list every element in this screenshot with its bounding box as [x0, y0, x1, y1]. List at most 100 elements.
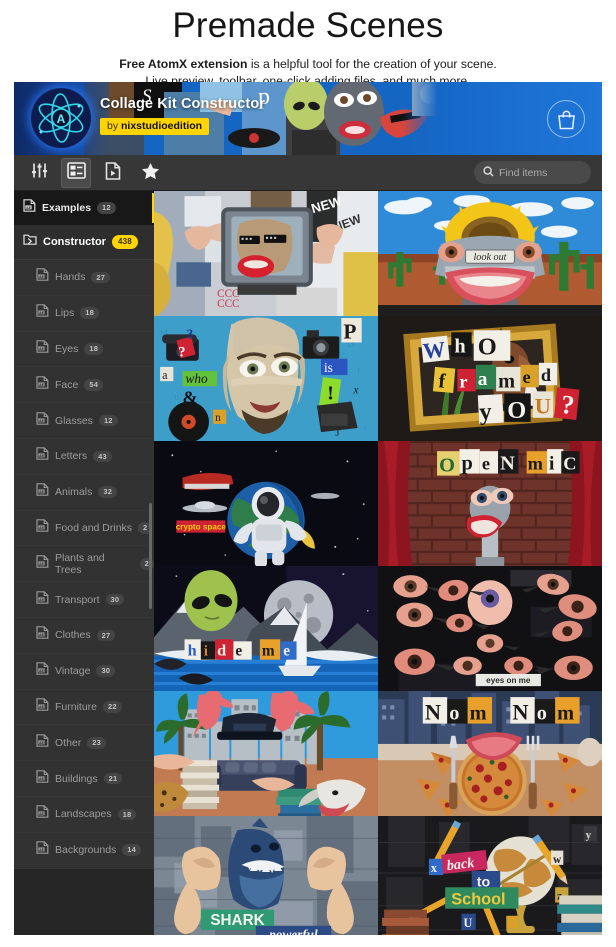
back-to-school-art: x w z U y back to School — [378, 816, 602, 935]
sidebar-item-glasses[interactable]: AE Glasses12 — [14, 403, 154, 439]
svg-text:h: h — [454, 336, 466, 358]
svg-text:e: e — [283, 643, 290, 660]
ae-file-icon: AE — [36, 591, 49, 609]
sidebar-item-label: Vintage — [55, 665, 90, 677]
sidebar-item-count: 43 — [93, 451, 112, 463]
sidebar-item-count: 27 — [97, 630, 116, 642]
sidebar-count-examples: 12 — [97, 202, 116, 214]
ae-file-icon: AE — [36, 519, 49, 537]
svg-text:AE: AE — [39, 848, 44, 852]
svg-text:h: h — [188, 641, 197, 660]
sidebar-item-label: Furniture — [55, 701, 97, 713]
caption-eyes-on-me: eyes on me — [486, 676, 531, 685]
svg-text:!: ! — [327, 382, 334, 404]
sidebar-scrollbar[interactable] — [149, 503, 152, 609]
thumbnail-who-framed[interactable]: W h O f r a m — [378, 316, 602, 441]
sidebar-item-backgrounds[interactable]: AE Backgrounds 14 — [14, 833, 154, 869]
svg-text:AE: AE — [39, 633, 44, 637]
svg-text:O: O — [478, 334, 497, 361]
tool-favorites[interactable] — [135, 158, 165, 188]
sidebar-item-label: Face — [55, 379, 78, 391]
svg-text:AE: AE — [39, 705, 44, 709]
ae-file-icon: AE — [36, 376, 49, 394]
byline-prefix: by — [107, 120, 121, 132]
ae-file-icon: AE — [23, 199, 36, 217]
svg-text:AE: AE — [39, 418, 44, 422]
ae-file-icon: AE — [36, 447, 49, 465]
sidebar-item-furniture[interactable]: AE Furniture22 — [14, 690, 154, 726]
thumbnail-open-mic[interactable]: O p e N m i C — [378, 441, 602, 566]
sidebar-subitems: AE Hands27 AE Lips18 AE Eyes18 AE Face 54… — [14, 260, 154, 869]
sidebar: AE Examples 12 Constructor 438 — [14, 191, 154, 935]
shopping-bag-button[interactable] — [547, 100, 585, 138]
thumbnail-hide-me[interactable]: h i d e m e — [154, 566, 378, 691]
thumbnail-desert-car[interactable]: look out — [378, 191, 602, 316]
sidebar-item-landscapes[interactable]: AE Landscapes18 — [14, 797, 154, 833]
sidebar-item-label: Backgrounds — [55, 844, 116, 856]
sidebar-item-vintage[interactable]: AE Vintage30 — [14, 654, 154, 690]
thumbnail-eyes-on-me[interactable]: eyes on me — [378, 566, 602, 691]
sidebar-item-examples[interactable]: AE Examples 12 — [14, 191, 154, 225]
sidebar-item-count: 21 — [104, 773, 123, 785]
svg-text:C: C — [563, 454, 576, 474]
sidebar-item-count: 18 — [84, 343, 103, 355]
thumbnail-nom-nom[interactable]: N o m N o m — [378, 691, 602, 816]
tool-list-layout[interactable] — [61, 158, 91, 188]
sidebar-item-label: Clothes — [55, 629, 91, 641]
crypto-space-art: crypto space — [154, 441, 378, 566]
thumbnail-tv-face[interactable]: NEW NEW CCCCCC — [154, 191, 378, 316]
atomx-logo: A — [31, 88, 91, 148]
tool-file-play[interactable] — [98, 158, 128, 188]
sidebar-item-letters[interactable]: AE Letters 43 — [14, 439, 154, 475]
sidebar-item-count: 12 — [99, 415, 118, 427]
sidebar-item-other[interactable]: AE Other23 — [14, 725, 154, 761]
shark-powerful-art: SHARK powerful — [154, 816, 378, 935]
search-box[interactable]: Find items — [474, 161, 591, 184]
sidebar-item-count: 30 — [106, 594, 125, 606]
caption-school: School — [451, 891, 505, 909]
sidebar-label-examples: Examples — [42, 202, 91, 214]
svg-text:AE: AE — [26, 206, 31, 210]
sidebar-item-label: Letters — [55, 450, 87, 462]
thumbnail-crypto-space[interactable]: crypto space — [154, 441, 378, 566]
svg-text:AE: AE — [39, 383, 44, 387]
svg-text:3: 3 — [187, 326, 194, 341]
ae-file-icon: AE — [36, 483, 49, 501]
sidebar-item-count: 14 — [122, 844, 141, 856]
sidebar-item-label: Food and Drinks — [55, 522, 132, 534]
thumbnail-flamingo-city[interactable] — [154, 691, 378, 816]
svg-text:y: y — [479, 398, 493, 426]
svg-text:O: O — [507, 397, 526, 424]
sidebar-item-hands[interactable]: AE Hands27 — [14, 260, 154, 296]
search-input[interactable]: Find items — [499, 167, 547, 179]
svg-text:a: a — [478, 369, 488, 390]
svg-text:x: x — [431, 861, 438, 875]
svg-text:AE: AE — [39, 490, 44, 494]
thumbnail-back-to-school[interactable]: x w z U y back to School — [378, 816, 602, 935]
ae-file-icon: AE — [36, 268, 49, 286]
sidebar-item-animals[interactable]: AE Animals32 — [14, 475, 154, 511]
svg-text:o: o — [537, 703, 547, 725]
sidebar-item-plants-and-trees[interactable]: AE Plants and Trees2 — [14, 546, 154, 582]
sidebar-item-count: 54 — [84, 379, 103, 391]
sidebar-item-buildings[interactable]: AE Buildings21 — [14, 761, 154, 797]
page-header: Premade Scenes Free AtomX extension is a… — [0, 0, 616, 90]
sidebar-item-face[interactable]: AE Face 54 — [14, 367, 154, 403]
svg-text:n: n — [174, 391, 179, 401]
tool-sliders[interactable] — [24, 158, 54, 188]
thumbnail-shark-powerful[interactable]: SHARK powerful — [154, 816, 378, 935]
sidebar-item-clothes[interactable]: AE Clothes 27 — [14, 618, 154, 654]
sidebar-item-constructor[interactable]: Constructor 438 — [14, 225, 154, 260]
thumbnail-who-face[interactable]: Matn Dtor ? 3 a who — [154, 316, 378, 441]
sidebar-item-lips[interactable]: AE Lips18 — [14, 296, 154, 332]
search-icon — [483, 164, 494, 182]
svg-text:n: n — [215, 412, 221, 424]
svg-text:e: e — [482, 454, 490, 474]
svg-text:AE: AE — [39, 562, 44, 566]
svg-text:P: P — [343, 319, 356, 343]
sidebar-item-eyes[interactable]: AE Eyes18 — [14, 332, 154, 368]
sidebar-item-food-and-drinks[interactable]: AE Food and Drinks2 — [14, 511, 154, 547]
svg-text:o: o — [449, 703, 459, 725]
svg-text:AE: AE — [39, 812, 44, 816]
sidebar-item-transport[interactable]: AE Transport30 — [14, 582, 154, 618]
